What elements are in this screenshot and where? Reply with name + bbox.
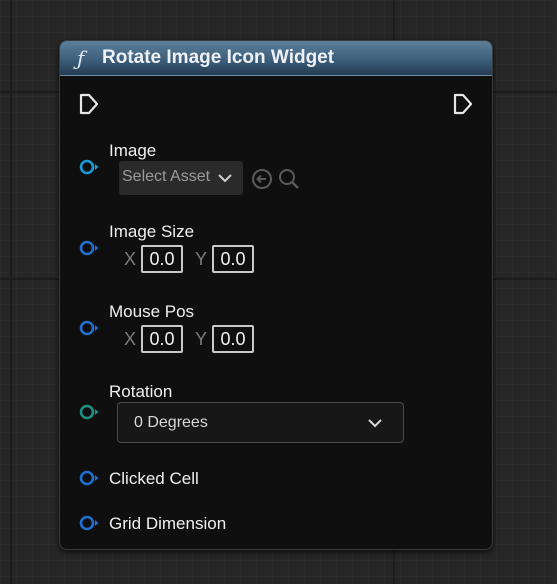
- grid-dimension-label: Grid Dimension: [109, 514, 227, 533]
- rotation-pin-icon[interactable]: [79, 404, 99, 420]
- grid-dimension-pin-icon[interactable]: [79, 515, 99, 531]
- chevron-down-icon: [368, 419, 382, 428]
- exec-out-icon[interactable]: [453, 93, 473, 115]
- mouse-pos-pin-icon[interactable]: [79, 320, 99, 336]
- mouse-pos-x-label: X: [124, 329, 137, 349]
- rotation-dropdown[interactable]: 0 Degrees: [117, 402, 404, 443]
- select-asset-dropdown[interactable]: Select Asset: [119, 161, 243, 195]
- node-header[interactable]: ƒ Rotate Image Icon Widget: [60, 41, 492, 76]
- image-size-x-label: X: [124, 249, 137, 269]
- function-node[interactable]: ƒ Rotate Image Icon Widget Image Select …: [59, 40, 493, 550]
- function-icon: ƒ: [77, 46, 85, 70]
- rotation-label: Rotation: [109, 382, 173, 401]
- image-size-y-input[interactable]: 0.0: [212, 245, 254, 273]
- image-size-label: Image Size: [109, 222, 195, 241]
- chevron-down-icon: [218, 174, 232, 183]
- mouse-pos-label: Mouse Pos: [109, 302, 195, 321]
- magnifier-icon[interactable]: [278, 168, 300, 190]
- arrow-left-circle-icon[interactable]: [251, 168, 273, 190]
- select-asset-text: Select Asset: [122, 168, 211, 185]
- mouse-pos-x-input[interactable]: 0.0: [141, 325, 183, 353]
- clicked-cell-label: Clicked Cell: [109, 469, 199, 488]
- image-size-x-input[interactable]: 0.0: [141, 245, 183, 273]
- image-pin-icon[interactable]: [79, 159, 99, 175]
- exec-in-icon[interactable]: [79, 93, 99, 115]
- rotation-value: 0 Degrees: [134, 414, 208, 431]
- image-label: Image: [109, 141, 157, 160]
- node-title: Rotate Image Icon Widget: [102, 47, 335, 68]
- mouse-pos-y-input[interactable]: 0.0: [212, 325, 254, 353]
- image-size-y-label: Y: [195, 249, 208, 269]
- clicked-cell-pin-icon[interactable]: [79, 470, 99, 486]
- image-size-pin-icon[interactable]: [79, 240, 99, 256]
- mouse-pos-y-label: Y: [195, 329, 208, 349]
